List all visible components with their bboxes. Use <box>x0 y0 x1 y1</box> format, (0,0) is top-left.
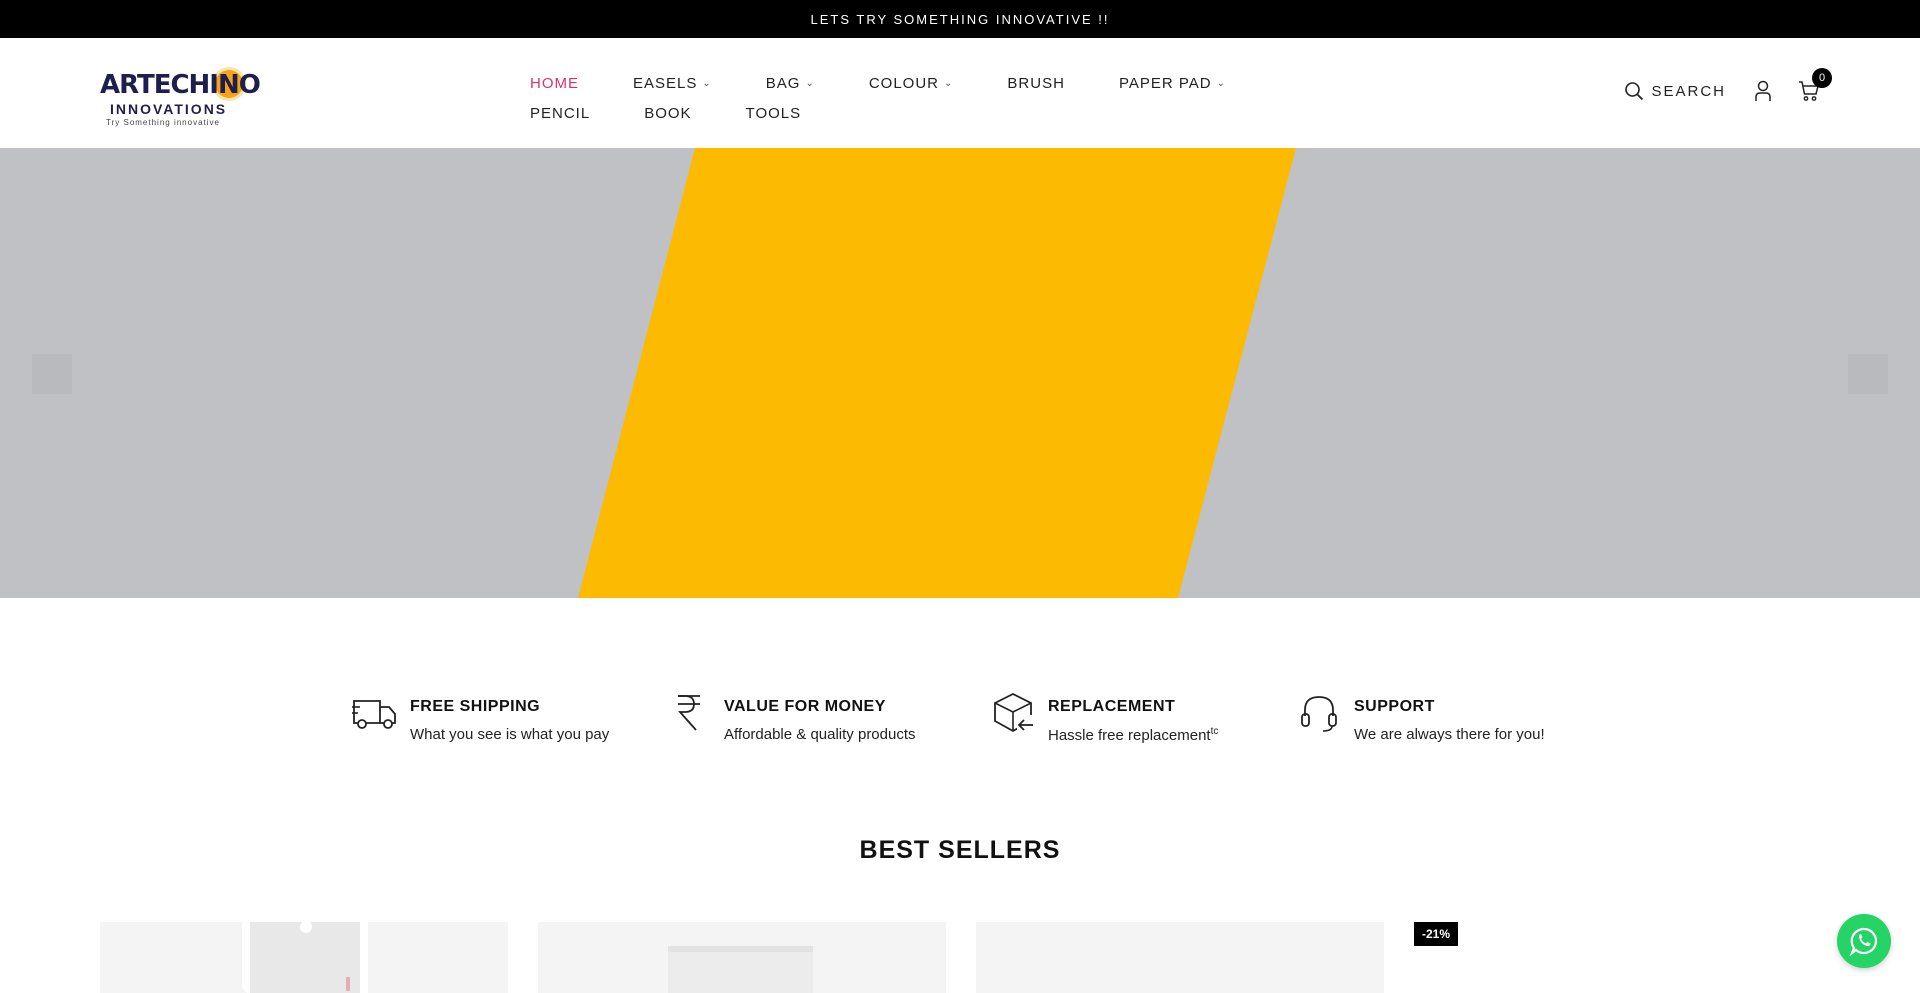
slider-next-button[interactable] <box>1848 354 1888 394</box>
announcement-bar: LETS TRY SOMETHING INNOVATIVE !! <box>0 0 1920 38</box>
chevron-down-icon: ⌄ <box>1216 77 1226 89</box>
rupee-icon <box>666 690 712 736</box>
feature-support: SUPPORT We are always there for you! <box>1296 690 1545 743</box>
feature-description: What you see is what you pay <box>410 726 610 743</box>
brand-logo[interactable]: ARTECHINO INNOVATIONS Try Something inno… <box>100 66 261 127</box>
logo-wordmark: ARTECHINO <box>100 70 261 100</box>
product-card[interactable] <box>538 922 946 993</box>
nav-item-home[interactable]: HOME <box>530 75 579 92</box>
nav-item-paper-pad[interactable]: PAPER PAD ⌄ <box>1119 75 1226 92</box>
product-image <box>242 922 368 993</box>
product-image <box>668 946 813 993</box>
whatsapp-icon <box>1849 927 1878 956</box>
feature-title: SUPPORT <box>1354 698 1435 715</box>
hero-banner-graphic <box>578 148 1296 598</box>
user-icon <box>1755 80 1771 101</box>
feature-description: Affordable & quality products <box>724 726 916 743</box>
feature-title: FREE SHIPPING <box>410 698 541 715</box>
feature-title: REPLACEMENT <box>1048 698 1176 715</box>
search-button[interactable]: SEARCH <box>1624 81 1726 101</box>
nav-item-brush[interactable]: BRUSH <box>1007 75 1065 92</box>
best-sellers-heading: BEST SELLERS <box>859 836 1061 864</box>
header-tools: SEARCH 0 <box>1624 68 1832 106</box>
account-button[interactable] <box>1754 80 1772 102</box>
nav-item-bag[interactable]: BAG ⌄ <box>766 75 815 92</box>
discount-badge: -21% <box>1414 922 1459 946</box>
slider-prev-button[interactable] <box>32 354 72 394</box>
feature-superscript: tc <box>1210 726 1219 737</box>
nav-item-book[interactable]: BOOK <box>644 105 691 122</box>
hero-yellow-band <box>578 148 1296 598</box>
whatsapp-chat-button[interactable] <box>1837 914 1891 968</box>
box-return-icon <box>990 690 1036 736</box>
chevron-down-icon: ⌄ <box>944 77 954 89</box>
nav-item-tools[interactable]: TOOLS <box>746 105 802 122</box>
feature-strip: FREE SHIPPING What you see is what you p… <box>0 690 1920 760</box>
cart-count-badge: 0 <box>1812 68 1832 88</box>
main-navigation: HOME EASELS ⌄ BAG ⌄ COLOUR ⌄ BRUSH PAPER PA… <box>530 68 1290 128</box>
search-icon <box>1625 82 1644 101</box>
feature-value-for-money: VALUE FOR MONEY Affordable & quality pro… <box>666 690 916 743</box>
hero-slider[interactable] <box>0 148 1920 598</box>
site-header: ARTECHINO INNOVATIONS Try Something inno… <box>0 38 1920 148</box>
chevron-down-icon: ⌄ <box>702 77 712 89</box>
cart-button[interactable]: 0 <box>1798 68 1832 102</box>
chevron-down-icon: ⌄ <box>805 77 815 89</box>
headset-icon <box>1296 690 1342 736</box>
truck-icon <box>352 690 398 736</box>
feature-free-shipping: FREE SHIPPING What you see is what you p… <box>352 690 609 743</box>
product-card[interactable] <box>100 922 508 993</box>
nav-row-secondary: PENCIL BOOK TOOLS <box>530 98 1290 128</box>
search-label: SEARCH <box>1651 82 1726 100</box>
logo-subtitle: INNOVATIONS <box>110 101 228 117</box>
best-sellers-grid: -21% <box>100 922 1822 993</box>
feature-replacement: REPLACEMENT Hassle free replacementtc <box>990 690 1218 744</box>
product-card[interactable] <box>976 922 1384 993</box>
feature-title: VALUE FOR MONEY <box>724 698 886 715</box>
nav-item-pencil[interactable]: PENCIL <box>530 105 590 122</box>
nav-row-primary: HOME EASELS ⌄ BAG ⌄ COLOUR ⌄ BRUSH PAPER PA… <box>530 68 1290 98</box>
product-card[interactable]: -21% <box>1414 922 1822 993</box>
nav-item-colour[interactable]: COLOUR ⌄ <box>869 75 954 92</box>
nav-item-easels[interactable]: EASELS ⌄ <box>633 75 712 92</box>
feature-description: We are always there for you! <box>1354 726 1545 743</box>
announcement-text: LETS TRY SOMETHING INNOVATIVE !! <box>810 11 1110 27</box>
logo-tagline: Try Something innovative <box>106 118 220 127</box>
feature-description: Hassle free replacementtc <box>1048 726 1219 744</box>
